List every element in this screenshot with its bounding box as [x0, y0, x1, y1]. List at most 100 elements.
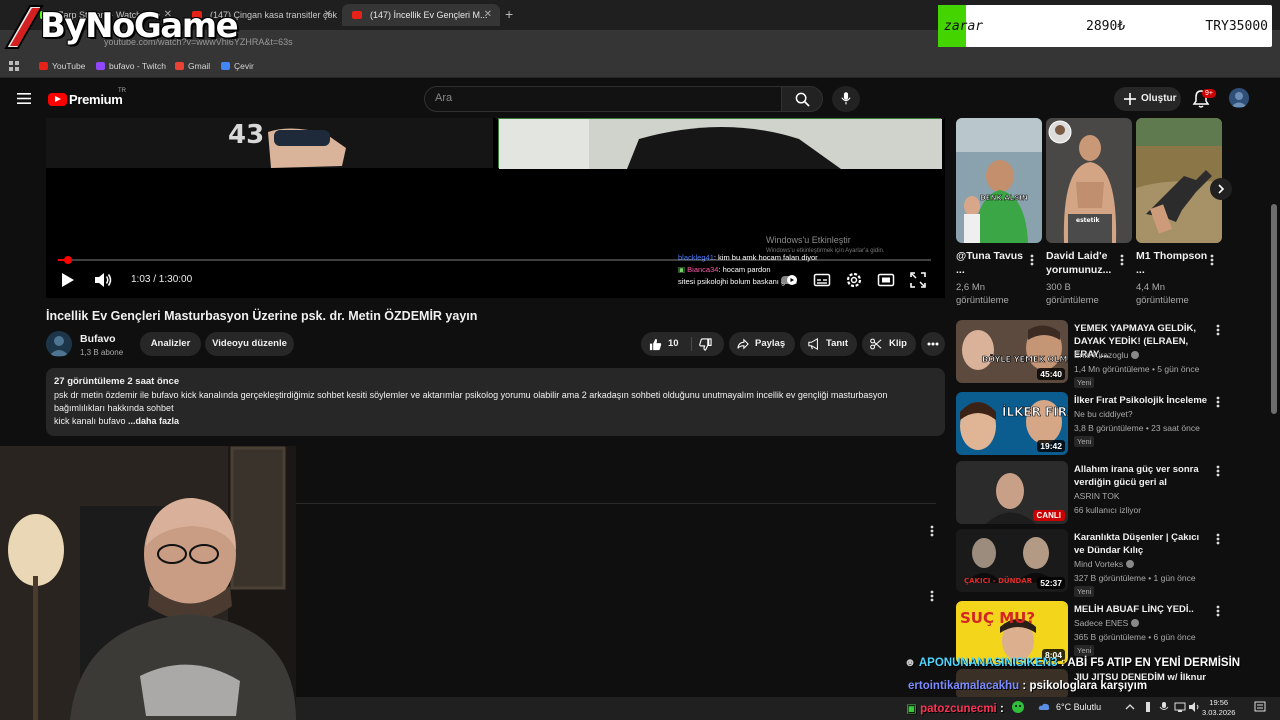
voice-search-button[interactable] — [832, 86, 860, 112]
recommendation-item[interactable]: BÖYLE YEMEK OLMAZ! 45:40 YEMEK YAPMAYA G… — [956, 320, 1266, 388]
shorts-next-button[interactable] — [1210, 178, 1232, 200]
cloud-weather-icon — [1038, 703, 1050, 710]
recommendation-item[interactable]: CANLI Allahım irana güç ver sonra verdiğ… — [956, 461, 1266, 525]
video-title-link[interactable]: MELİH ABUAF LİNÇ YEDİ.. — [1074, 603, 1210, 616]
comment-menu-icon[interactable] — [930, 590, 934, 602]
channel-label[interactable]: ASRIN TOK — [1074, 491, 1120, 501]
channel-name[interactable]: Bufavo — [80, 333, 116, 345]
tab-close-icon[interactable]: ✕ — [324, 4, 332, 26]
notification-center-icon[interactable] — [1254, 701, 1266, 713]
channel-label[interactable]: Ne bu ciddiyet? — [1074, 409, 1133, 419]
video-title-link[interactable]: İlker Fırat Psikolojik İnceleme — [1074, 394, 1210, 407]
account-avatar[interactable] — [1229, 88, 1249, 108]
subtitles-icon[interactable] — [813, 271, 831, 289]
new-badge: Yeni — [1074, 645, 1095, 656]
user-avatar-icon — [1229, 88, 1249, 108]
edit-video-button[interactable]: Videoyu düzenle — [205, 332, 294, 356]
bookmark-twitch[interactable]: bufavo - Twitch — [96, 61, 166, 71]
microphone-icon[interactable] — [1158, 701, 1170, 713]
twitch-icon — [96, 62, 105, 70]
video-menu-icon[interactable] — [1216, 605, 1220, 617]
clock[interactable]: 19:56 3.03.2026 — [1202, 698, 1235, 718]
verified-check-icon — [1131, 619, 1140, 627]
short-menu-icon[interactable] — [1030, 254, 1034, 266]
like-button[interactable]: 10 — [641, 332, 691, 356]
create-label: Oluştur — [1141, 93, 1177, 104]
dislike-button[interactable] — [692, 332, 724, 356]
network-icon[interactable] — [1174, 701, 1186, 713]
usb-icon[interactable] — [1142, 701, 1154, 713]
short-title[interactable]: @Tuna Tavus ... — [956, 249, 1032, 277]
bookmark-translate[interactable]: Çevir — [221, 61, 254, 71]
autoplay-toggle-icon[interactable] — [780, 271, 798, 289]
short-thumbnail[interactable] — [1136, 118, 1222, 243]
video-menu-icon[interactable] — [1216, 465, 1220, 477]
new-tab-icon[interactable]: + — [505, 6, 513, 22]
create-button[interactable]: Oluştur — [1114, 87, 1181, 111]
clip-button[interactable]: Klip — [862, 332, 916, 356]
clock-time: 19:56 — [1209, 698, 1229, 707]
short-title[interactable]: David Laid'e yorumunuz... — [1046, 249, 1122, 277]
theater-mode-icon[interactable] — [877, 271, 895, 289]
progress-bar[interactable] — [58, 256, 931, 264]
chevron-up-icon[interactable] — [1124, 701, 1136, 713]
video-menu-icon[interactable] — [1216, 396, 1220, 408]
speaker-icon[interactable] — [1188, 701, 1200, 713]
video-thumbnail[interactable]: SUÇ MU? 8:04 — [956, 601, 1068, 664]
progress-scrubber[interactable] — [64, 256, 73, 264]
analytics-button[interactable]: Analizler — [140, 332, 201, 356]
bookmark-youtube[interactable]: YouTube — [39, 61, 85, 71]
video-menu-icon[interactable] — [1216, 324, 1220, 336]
volume-icon[interactable] — [94, 272, 112, 288]
share-button[interactable]: Paylaş — [729, 332, 795, 356]
short-thumbnail[interactable]: DENK ALSIN — [956, 118, 1042, 243]
fullscreen-icon[interactable] — [909, 271, 927, 289]
play-button-icon[interactable] — [61, 272, 75, 288]
video-thumbnail[interactable]: BÖYLE YEMEK OLMAZ! 45:40 — [956, 320, 1068, 383]
settings-gear-icon[interactable] — [845, 271, 863, 289]
tab-label: (147) İncellik Ev Gençleri M... — [370, 10, 488, 20]
comment-menu-icon[interactable] — [930, 525, 934, 537]
windows-taskbar: 6°C Bulutlu 19:56 3.03.2026 — [296, 697, 1280, 720]
apps-grid-icon[interactable] — [9, 61, 19, 71]
video-frame-right-image — [499, 119, 942, 169]
short-title[interactable]: M1 Thompson ... — [1136, 249, 1212, 277]
more-actions-button[interactable] — [921, 332, 945, 356]
page-scrollbar[interactable] — [1271, 204, 1277, 414]
search-input[interactable] — [435, 92, 765, 104]
video-title: İncellik Ev Gençleri Masturbasyon Üzerin… — [46, 309, 478, 323]
video-title-link[interactable]: Allahım irana güç ver sonra verdiğin güc… — [1074, 463, 1210, 489]
video-thumbnail[interactable]: İLKER FIRAT 19:42 — [956, 392, 1068, 455]
hamburger-menu-icon[interactable] — [17, 93, 31, 104]
search-button[interactable] — [781, 86, 823, 112]
tab-close-icon[interactable]: ✕ — [484, 4, 492, 26]
video-thumbnail[interactable]: CANLI — [956, 461, 1068, 524]
recommendation-item[interactable]: ÇAKICI - DÜNDAR 52:37 Karanlıkta Düşenle… — [956, 529, 1266, 597]
video-thumbnail[interactable]: ÇAKICI - DÜNDAR 52:37 — [956, 529, 1068, 592]
green-app-icon[interactable] — [1012, 701, 1024, 713]
recommendation-item[interactable]: SUÇ MU? 8:04 MELİH ABUAF LİNÇ YEDİ.. Sad… — [956, 601, 1266, 665]
short-menu-icon[interactable] — [1210, 254, 1214, 266]
short-thumbnail[interactable]: estetik — [1046, 118, 1132, 243]
channel-avatar[interactable] — [46, 331, 72, 357]
activate-windows-watermark: Windows'u Etkinleştir — [766, 235, 851, 245]
short-menu-icon[interactable] — [1120, 254, 1124, 266]
video-meta: 66 kullanıcı izliyor — [1074, 505, 1142, 515]
video-title-link[interactable]: Karanlıkta Düşenler | Çakıcı ve Dündar K… — [1074, 531, 1210, 557]
promote-button[interactable]: Tanıt — [800, 332, 857, 356]
channel-label[interactable]: Mind Vorteks — [1074, 559, 1135, 569]
video-menu-icon[interactable] — [1216, 533, 1220, 545]
notification-count-badge: 9+ — [1202, 89, 1216, 98]
recommendation-item[interactable]: İLKER FIRAT 19:42 İlker Fırat Psikolojik… — [956, 392, 1266, 456]
bookmark-gmail[interactable]: Gmail — [175, 61, 210, 71]
video-player[interactable]: 4​3 Windows'u Etkinleştir Windows'u etki… — [46, 118, 945, 298]
description-box[interactable]: 27 görüntüleme 2 saat önce psk dr metin … — [46, 368, 945, 436]
channel-label[interactable]: Sadece ENES — [1074, 618, 1140, 628]
youtube-premium-logo[interactable]: Premium TR — [48, 88, 138, 108]
weather-label[interactable]: 6°C Bulutlu — [1056, 702, 1101, 712]
show-more-link[interactable]: ...daha fazla — [126, 416, 179, 426]
channel-label[interactable]: Enis Kirazoglu — [1074, 350, 1140, 360]
section-divider — [296, 503, 936, 504]
stream-chat-line: ☻ APONUNANASINISIKEN3 : ABİ F5 ATIP EN Y… — [904, 657, 1240, 669]
browser-tab-3-active[interactable]: (147) İncellik Ev Gençleri M... ✕ — [342, 4, 500, 26]
